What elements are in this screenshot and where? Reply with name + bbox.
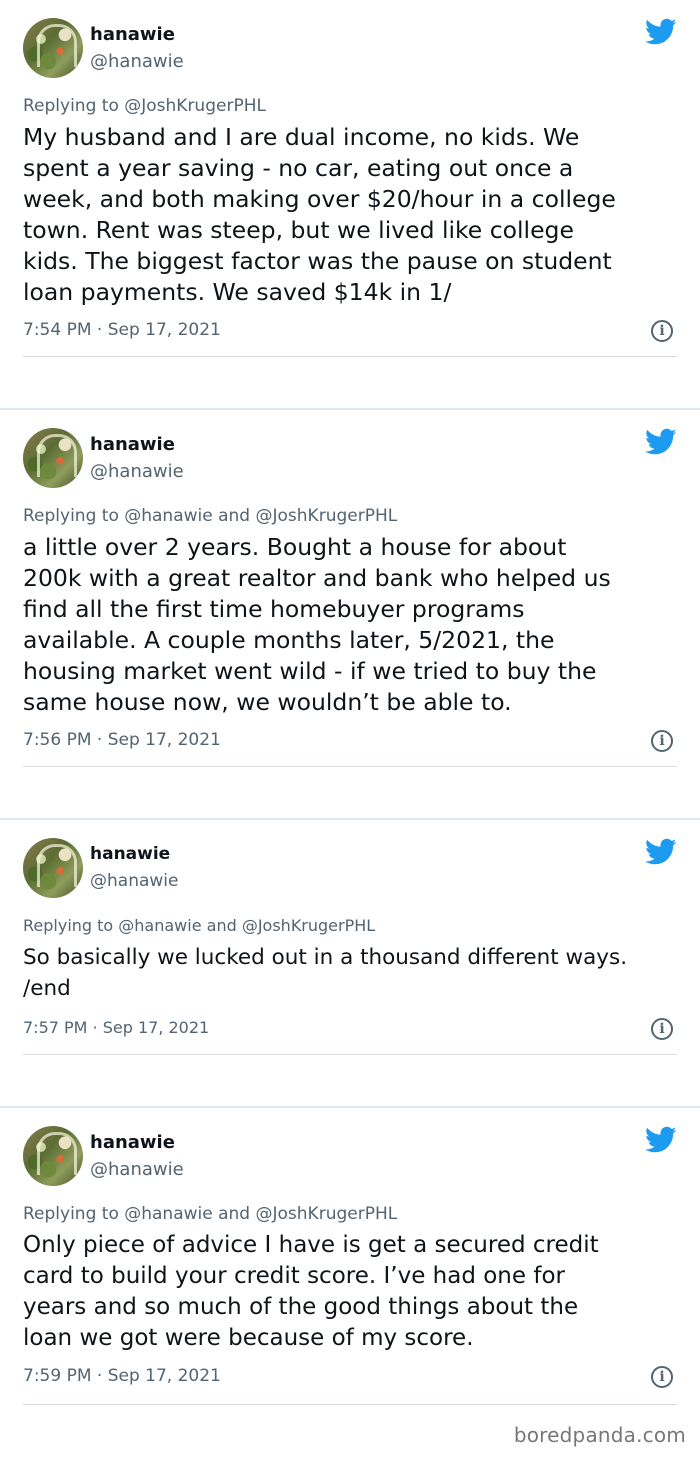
tweet-card: hanawie @hanawie Replying to @hanawie an…	[0, 410, 700, 818]
tweet-timestamp[interactable]: 7:56 PM · Sep 17, 2021	[23, 730, 221, 750]
display-name[interactable]: hanawie	[90, 24, 175, 45]
display-name[interactable]: hanawie	[90, 1132, 175, 1153]
replying-to[interactable]: Replying to @hanawie and @JoshKrugerPHL	[23, 916, 375, 935]
tweet-separator	[23, 766, 677, 767]
replying-to[interactable]: Replying to @hanawie and @JoshKrugerPHL	[23, 506, 397, 526]
user-avatar[interactable]	[23, 838, 83, 898]
tweet-text: a little over 2 years. Bought a house fo…	[23, 533, 611, 716]
watermark-text: boredpanda.com	[513, 1423, 686, 1447]
tweet-card: hanawie @hanawie Replying to @JoshKruger…	[0, 0, 700, 408]
user-avatar[interactable]	[23, 428, 83, 488]
display-name[interactable]: hanawie	[90, 844, 170, 864]
user-avatar[interactable]	[23, 1126, 83, 1186]
tweet-timestamp[interactable]: 7:54 PM · Sep 17, 2021	[23, 320, 221, 340]
tweet-text: So basically we lucked out in a thousand…	[23, 945, 628, 1001]
user-handle[interactable]: @hanawie	[90, 871, 178, 891]
twitter-bird-icon[interactable]	[645, 838, 677, 866]
replying-to[interactable]: Replying to @JoshKrugerPHL	[23, 96, 266, 116]
tweet-separator	[23, 1404, 677, 1405]
tweet-separator	[23, 1054, 677, 1055]
user-avatar[interactable]	[23, 18, 83, 78]
user-handle[interactable]: @hanawie	[90, 461, 184, 482]
user-handle[interactable]: @hanawie	[90, 51, 184, 72]
tweet-text: My husband and I are dual income, no kid…	[23, 123, 616, 306]
replying-to[interactable]: Replying to @hanawie and @JoshKrugerPHL	[23, 1204, 397, 1224]
twitter-bird-icon[interactable]	[645, 1126, 677, 1154]
info-icon[interactable]: i	[651, 320, 673, 342]
tweet-card: hanawie @hanawie Replying to @hanawie an…	[0, 1108, 700, 1408]
twitter-bird-icon[interactable]	[645, 428, 677, 456]
tweet-timestamp[interactable]: 7:59 PM · Sep 17, 2021	[23, 1366, 221, 1386]
tweet-separator	[23, 356, 677, 357]
twitter-bird-icon[interactable]	[645, 18, 677, 46]
tweet-card: hanawie @hanawie Replying to @hanawie an…	[0, 820, 700, 1106]
tweet-text: Only piece of advice I have is get a sec…	[23, 1232, 599, 1351]
info-icon[interactable]: i	[651, 1018, 673, 1040]
display-name[interactable]: hanawie	[90, 434, 175, 455]
info-icon[interactable]: i	[651, 730, 673, 752]
user-handle[interactable]: @hanawie	[90, 1159, 184, 1180]
tweet-timestamp[interactable]: 7:57 PM · Sep 17, 2021	[23, 1018, 209, 1037]
info-icon[interactable]: i	[651, 1366, 673, 1388]
